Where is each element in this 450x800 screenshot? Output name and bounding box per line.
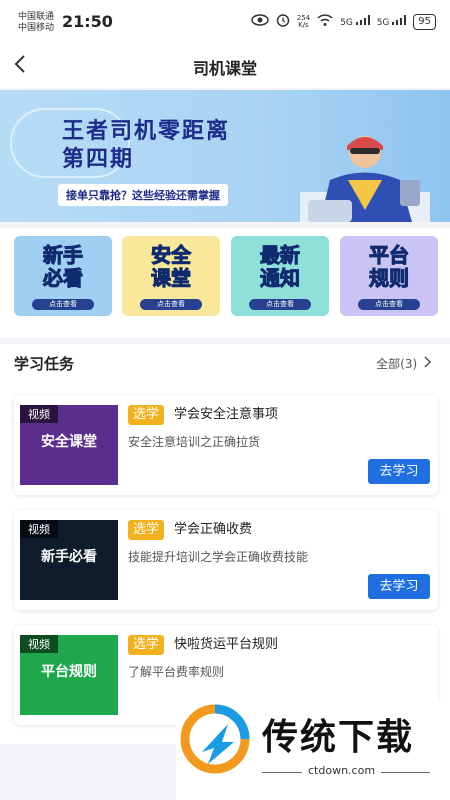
task-title: 学会正确收费 (174, 522, 253, 537)
category-label: 最新 通知 (231, 243, 329, 290)
signal-1-label: 5G (340, 18, 353, 28)
category-view-button[interactable]: 点击查看 (249, 299, 311, 310)
category-row: 新手 必看 点击查看 安全 课堂 点击查看 最新 通知 点击查看 平台 规则 点… (0, 228, 450, 338)
signal-2: 5G (377, 15, 407, 28)
watermark-logo-icon (180, 704, 250, 774)
category-view-button[interactable]: 点击查看 (140, 299, 202, 310)
video-tag: 视频 (20, 635, 58, 653)
thumbnail-text: 平台规则 (41, 664, 97, 680)
signal-2-label: 5G (376, 18, 390, 28)
carrier-info: 中国联通 中国移动 (18, 12, 54, 34)
category-label-line2: 必看 (43, 266, 84, 290)
start-learning-button[interactable]: 去学习 (368, 459, 430, 484)
banner-title: 王者司机零距离 第四期 (62, 118, 230, 174)
nav-bar: 司机课堂 (0, 44, 450, 88)
view-all-label: 全部(3) (376, 357, 418, 371)
category-label-line2: 规则 (369, 266, 410, 290)
watermark-text: 传统下载 (262, 717, 415, 758)
clock: 21:50 (62, 12, 113, 31)
section-title: 学习任务 (14, 355, 75, 373)
thumbnail-text: 安全课堂 (41, 434, 97, 450)
carrier-1: 中国联通 (18, 12, 55, 22)
video-thumbnail[interactable]: 安全课堂 视频 (20, 405, 118, 485)
task-description: 安全注意培训之正确拉货 (128, 435, 261, 449)
category-view-button[interactable]: 点击查看 (358, 299, 420, 310)
category-label-line2: 通知 (260, 266, 301, 290)
task-card[interactable]: 安全课堂 视频 选学 学会安全注意事项 安全注意培训之正确拉货 去学习 (14, 395, 438, 495)
video-tag: 视频 (20, 405, 58, 423)
view-all-link[interactable]: 全部(3) (376, 355, 432, 372)
category-label-line1: 新手 (43, 243, 84, 267)
system-icons: 254 K/s 5G 5G 95 (250, 13, 436, 30)
banner-title-line1: 王者司机零距离 (62, 119, 231, 144)
task-description: 技能提升培训之学会正确收费技能 (128, 550, 309, 564)
watermark-url: ctdown.com (302, 764, 382, 777)
task-card[interactable]: 新手必看 视频 选学 学会正确收费 技能提升培训之学会正确收费技能 去学习 (14, 510, 438, 610)
category-label: 平台 规则 (340, 243, 438, 290)
category-card-newbie[interactable]: 新手 必看 点击查看 (14, 236, 112, 316)
net-speed-unit: K/s (298, 20, 309, 29)
banner-title-line2: 第四期 (62, 147, 135, 172)
promo-banner[interactable]: 王者司机零距离 第四期 接单只靠抢？这些经验还需掌握 (0, 90, 450, 222)
task-title: 快啦货运平台规则 (174, 637, 279, 652)
category-card-safety[interactable]: 安全 课堂 点击查看 (122, 236, 220, 316)
page-title: 司机课堂 (192, 59, 257, 78)
net-speed: 254 K/s (297, 14, 310, 29)
category-view-button[interactable]: 点击查看 (32, 299, 94, 310)
wifi-icon (317, 14, 333, 29)
video-thumbnail[interactable]: 平台规则 视频 (20, 635, 118, 715)
banner-subtitle: 接单只靠抢？这些经验还需掌握 (58, 184, 228, 206)
category-card-news[interactable]: 最新 通知 点击查看 (231, 236, 329, 316)
category-label-line1: 最新 (260, 243, 301, 267)
eye-icon (250, 14, 269, 29)
status-bar: 中国联通 中国移动 21:50 254 K/s 5G 5G 95 (0, 0, 450, 44)
category-label-line1: 平台 (369, 243, 410, 267)
category-label: 安全 课堂 (122, 243, 220, 290)
thumbnail-text: 新手必看 (41, 549, 97, 565)
battery-icon: 95 (413, 13, 436, 30)
category-label: 新手 必看 (14, 243, 112, 290)
signal-bars-icon (392, 15, 407, 25)
video-tag: 视频 (20, 520, 58, 538)
chevron-right-icon (424, 356, 432, 368)
driver-illustration (300, 136, 430, 222)
task-title: 学会安全注意事项 (174, 407, 279, 422)
elective-badge: 选学 (128, 635, 165, 655)
category-label-line1: 安全 (151, 243, 192, 267)
signal-bars-icon (355, 15, 370, 25)
elective-badge: 选学 (128, 520, 165, 540)
task-description: 了解平台费率规则 (128, 665, 225, 679)
category-card-rules[interactable]: 平台 规则 点击查看 (340, 236, 438, 316)
start-learning-button[interactable]: 去学习 (368, 574, 430, 599)
elective-badge: 选学 (128, 405, 165, 425)
category-label-line2: 课堂 (151, 266, 192, 290)
signal-1: 5G (340, 15, 370, 28)
watermark: 传统下载 ctdown.com (176, 702, 450, 800)
alarm-icon (276, 13, 290, 30)
carrier-2: 中国移动 (18, 23, 55, 33)
video-thumbnail[interactable]: 新手必看 视频 (20, 520, 118, 600)
section-header: 学习任务 全部(3) (0, 344, 450, 384)
